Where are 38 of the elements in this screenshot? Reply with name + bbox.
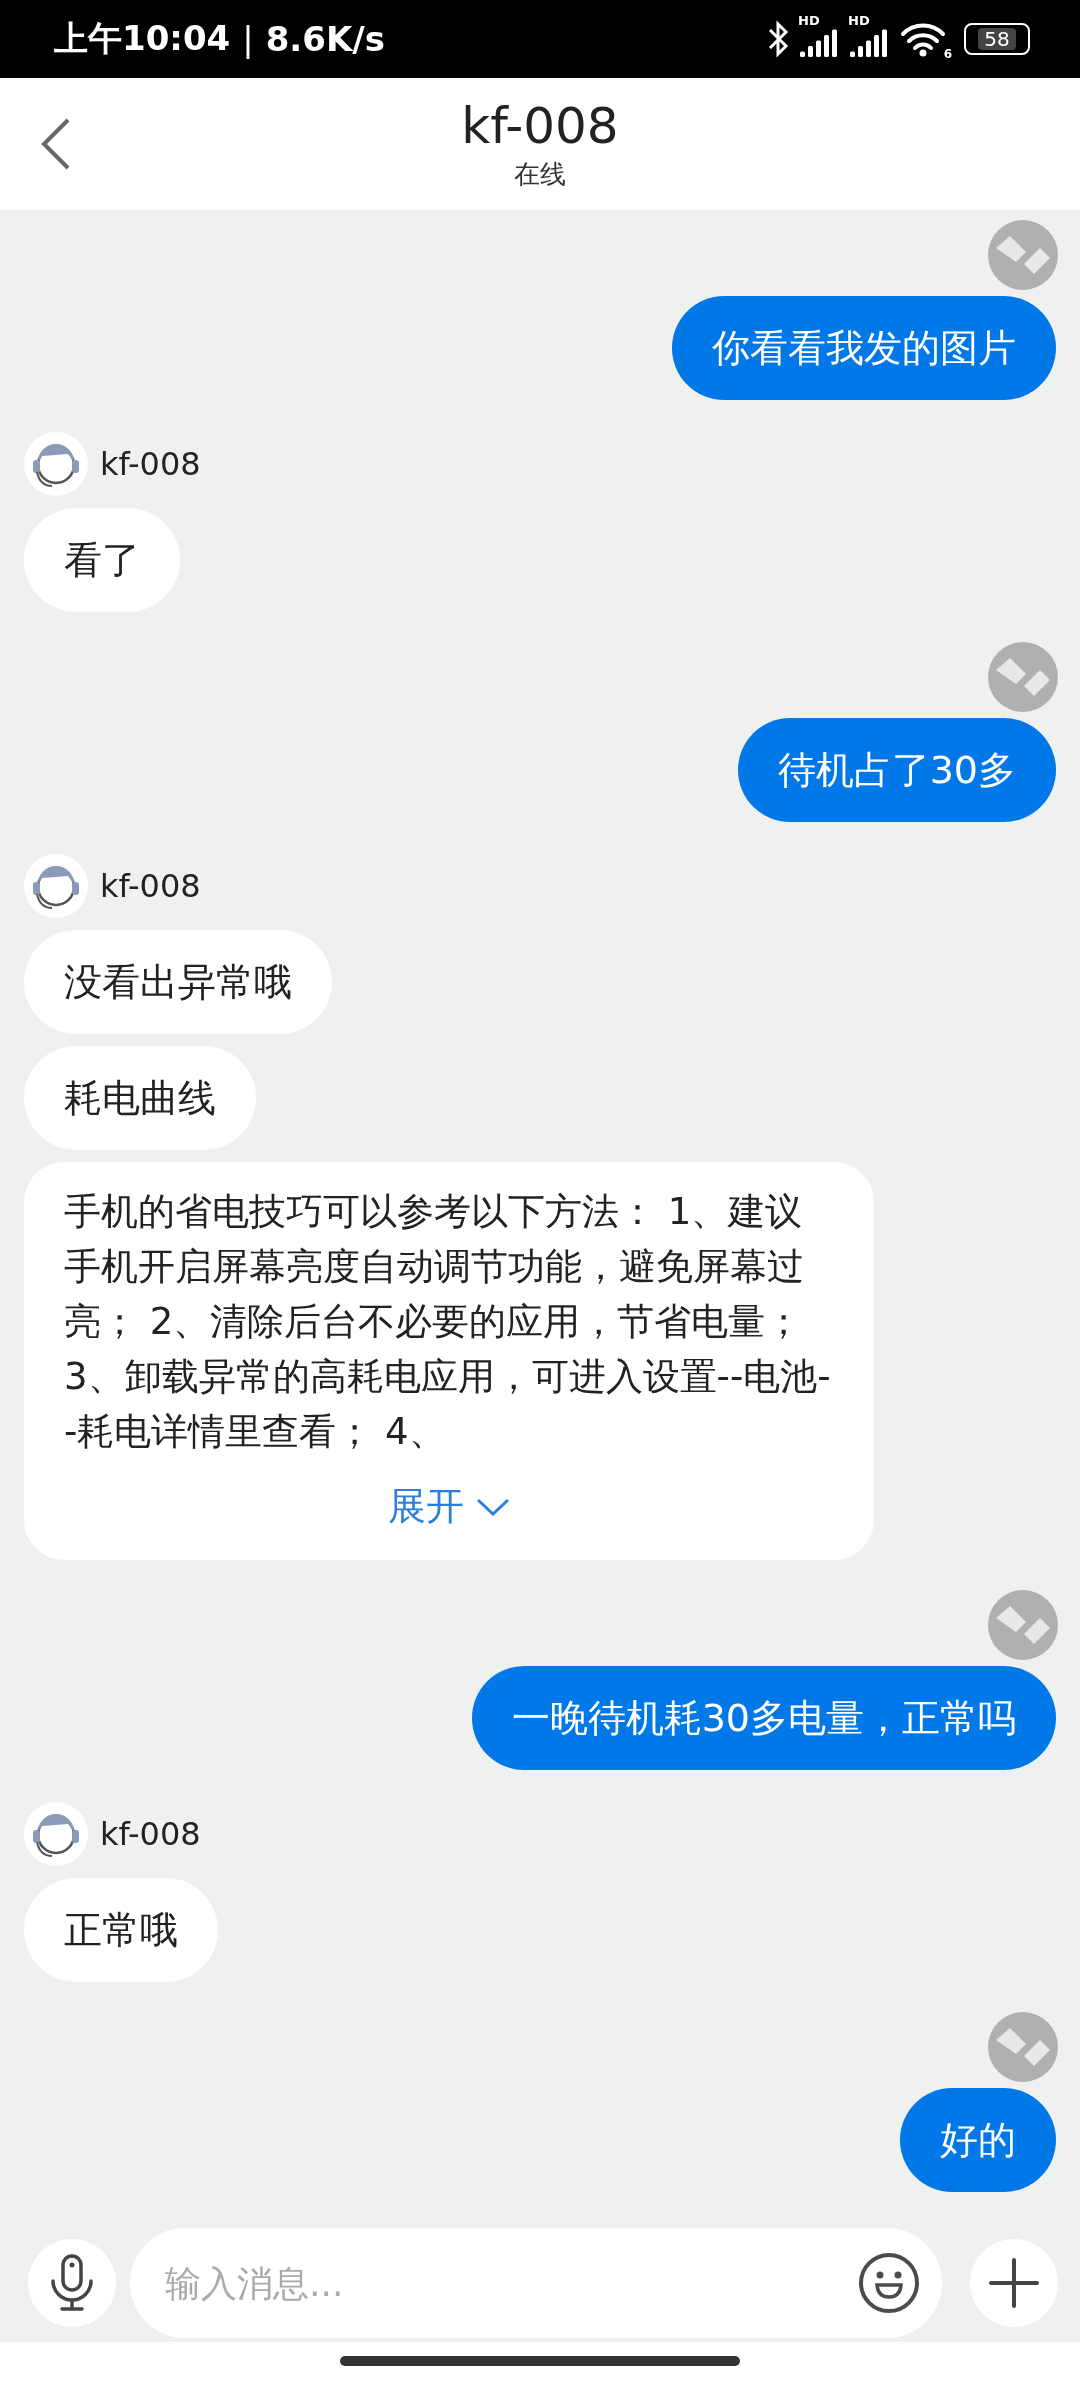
broken-image-icon [988,642,1058,712]
microphone-icon [49,2253,95,2313]
hd-label: HD [848,13,870,28]
clock: 上午10:04 [54,17,231,60]
agent-avatar-icon [24,432,88,496]
agent-name: kf-008 [100,445,201,483]
agent-avatar-icon [24,1802,88,1866]
message-bubble: 正常哦 [24,1878,218,1982]
message-text: 手机的省电技巧可以参考以下方法： 1、建议手机开启屏幕亮度自动调节功能，避免屏幕过亮； 2、清除后台不必要的应用，节省电量； 3、卸载异常的高耗电应用，可进入设置--电池--耗电详情里查看； 4、 [64,1189,832,1455]
broken-image-icon [988,220,1058,290]
bluetooth-icon [768,20,790,58]
battery-icon: 58 [964,23,1030,55]
chevron-down-icon [476,1496,510,1517]
plus-icon [989,2258,1039,2308]
network-speed: 8.6K/s [265,19,385,59]
broken-image-icon [988,2012,1058,2082]
online-status: 在线 [514,158,566,191]
signal-icon [850,29,890,57]
hd-label: HD [798,13,820,28]
broken-image-icon [988,1590,1058,1660]
agent-name: kf-008 [100,867,201,905]
message-input[interactable]: 输入消息... [130,2228,942,2338]
agent-name: kf-008 [100,1815,201,1853]
message-bubble: 待机占了30多 [737,718,1056,822]
separator: | [242,19,254,59]
chat-title: kf-008 [461,96,619,156]
message-bubble: 耗电曲线 [24,1046,256,1150]
message-bubble: 你看看我发的图片 [672,296,1056,400]
wifi-icon [900,21,946,57]
signal-icon [800,29,840,57]
message-bubble: 看了 [24,508,180,612]
expand-link[interactable]: 展开 [380,1473,518,1540]
agent-avatar-icon [24,854,88,918]
message-bubble: 好的 [900,2088,1056,2192]
message-bubble: 一晚待机耗30多电量，正常吗 [471,1666,1056,1770]
message-bubble: 没看出异常哦 [24,930,332,1034]
wifi-label: 6 [943,47,952,61]
emoji-icon[interactable] [858,2252,920,2314]
